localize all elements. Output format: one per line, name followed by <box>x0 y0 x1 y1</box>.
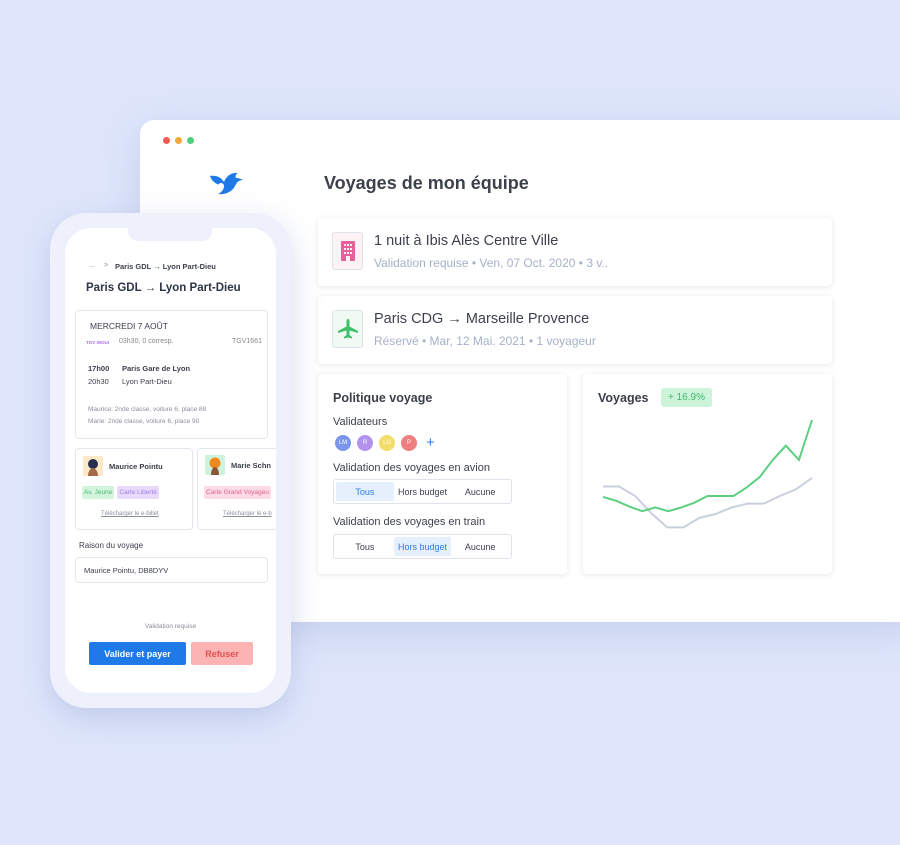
train-ticket-card: MERCREDI 7 AOÛT TGV INOUI 03h30, 0 corre… <box>75 310 268 439</box>
option-aucune[interactable]: Aucune <box>451 482 509 501</box>
phone-mockup: ... > Paris GDL → Lyon Part-Dieu Paris G… <box>50 213 291 708</box>
series-line <box>603 477 813 529</box>
minimize-dot[interactable] <box>175 137 182 144</box>
validators-label: Validateurs <box>333 416 388 428</box>
departure-time: 17h00 <box>88 364 110 373</box>
seat-info: Marie: 2nde classe, voiture 6, place 90 <box>88 418 200 425</box>
operator-logo: TGV INOUI <box>86 340 110 345</box>
trip-title: Paris CDG → Marseille Provence <box>374 311 590 327</box>
policy-title: Politique voyage <box>333 391 433 405</box>
bird-logo-icon <box>210 172 243 195</box>
trip-card-hotel[interactable]: 1 nuit à Ibis Alès Centre Ville Validati… <box>318 218 832 286</box>
phone-title: Paris GDL → Lyon Part-Dieu <box>86 282 241 294</box>
avatar[interactable]: R <box>357 434 373 451</box>
validators-list: LM R LU P + <box>335 434 435 451</box>
duration: 03h30, 0 corresp. <box>119 338 174 345</box>
traveler-tags: Carte Grand Voyageu <box>204 481 274 499</box>
breadcrumb-ellipsis[interactable]: ... <box>89 262 95 269</box>
avatar[interactable]: P <box>401 434 417 451</box>
plane-validation-toggle: Tous Hors budget Aucune <box>333 479 512 504</box>
validate-pay-button[interactable]: Valider et payer <box>89 642 186 665</box>
trip-subtitle: Validation requise • Ven, 07 Oct. 2020 •… <box>374 256 609 270</box>
breadcrumb[interactable]: Paris GDL → Lyon Part-Dieu <box>115 262 216 271</box>
traveler-avatar <box>205 455 225 475</box>
refuse-button[interactable]: Refuser <box>191 642 253 665</box>
trip-card-flight[interactable]: Paris CDG → Marseille Provence Réservé •… <box>318 296 832 364</box>
card-tag: Carte Liberté <box>117 486 159 499</box>
train-validation-toggle: Tous Hors budget Aucune <box>333 534 512 559</box>
maximize-dot[interactable] <box>187 137 194 144</box>
traveler-name: Marie Schn <box>231 461 272 470</box>
page-title: Voyages de mon équipe <box>324 173 529 193</box>
download-ticket-link[interactable]: Télécharger le e-billet <box>101 511 159 517</box>
avatar[interactable]: LM <box>335 434 351 451</box>
traveler-avatar <box>83 456 103 476</box>
seat-info: Maurice: 2nde classe, voiture 6, place 8… <box>88 406 207 413</box>
reason-label: Raison du voyage <box>79 541 144 550</box>
download-ticket-link[interactable]: Télécharger le e-b <box>223 511 272 517</box>
train-validation-label: Validation des voyages en train <box>333 516 486 528</box>
traveler-tags: Av. Jeune Carte Liberté <box>82 481 162 499</box>
arrival-station: Lyon Part-Dieu <box>122 377 172 386</box>
reason-input[interactable]: Maurice Pointu, DB8DYV <box>75 557 268 583</box>
phone-notch <box>128 228 212 241</box>
option-tous[interactable]: Tous <box>336 482 394 501</box>
travel-date: MERCREDI 7 AOÛT <box>90 321 168 331</box>
plane-icon <box>332 310 363 348</box>
option-hors-budget[interactable]: Hors budget <box>394 482 452 501</box>
building-icon <box>332 232 363 270</box>
train-number: TGV1661 <box>232 338 262 345</box>
reason-value: Maurice Pointu, DB8DYV <box>84 566 169 575</box>
validation-status: Validation requise <box>144 623 197 630</box>
option-tous[interactable]: Tous <box>336 537 394 556</box>
option-hors-budget[interactable]: Hors budget <box>393 537 452 556</box>
departure-station: Paris Gare de Lyon <box>122 364 191 373</box>
card-tag: Av. Jeune <box>82 486 115 499</box>
card-tag: Carte Grand Voyageu <box>204 486 271 499</box>
add-validator-icon[interactable]: + <box>426 434 435 451</box>
avatar[interactable]: LU <box>379 434 395 451</box>
option-aucune[interactable]: Aucune <box>451 537 509 556</box>
traveler-card: Maurice Pointu Av. Jeune Carte Liberté Té… <box>75 448 193 530</box>
trip-title: 1 nuit à Ibis Alès Centre Ville <box>374 233 559 249</box>
travel-policy-card: Politique voyage Validateurs LM R LU P +… <box>318 374 567 574</box>
plane-validation-label: Validation des voyages en avion <box>333 462 490 474</box>
traveler-name: Maurice Pointu <box>109 462 163 471</box>
window-controls <box>163 137 194 144</box>
traveler-card: Marie Schn Carte Grand Voyageu Télécharg… <box>197 448 276 530</box>
trip-subtitle: Réservé • Mar, 12 Mai. 2021 • 1 voyageur <box>374 334 596 348</box>
voyages-chart-card: Voyages + 16.9% <box>583 374 832 574</box>
arrival-time: 20h30 <box>88 377 109 386</box>
close-dot[interactable] <box>163 137 170 144</box>
series-line <box>602 419 813 513</box>
breadcrumb-separator: > <box>104 262 109 269</box>
line-chart <box>602 419 813 529</box>
phone-screen: ... > Paris GDL → Lyon Part-Dieu Paris G… <box>65 228 276 693</box>
